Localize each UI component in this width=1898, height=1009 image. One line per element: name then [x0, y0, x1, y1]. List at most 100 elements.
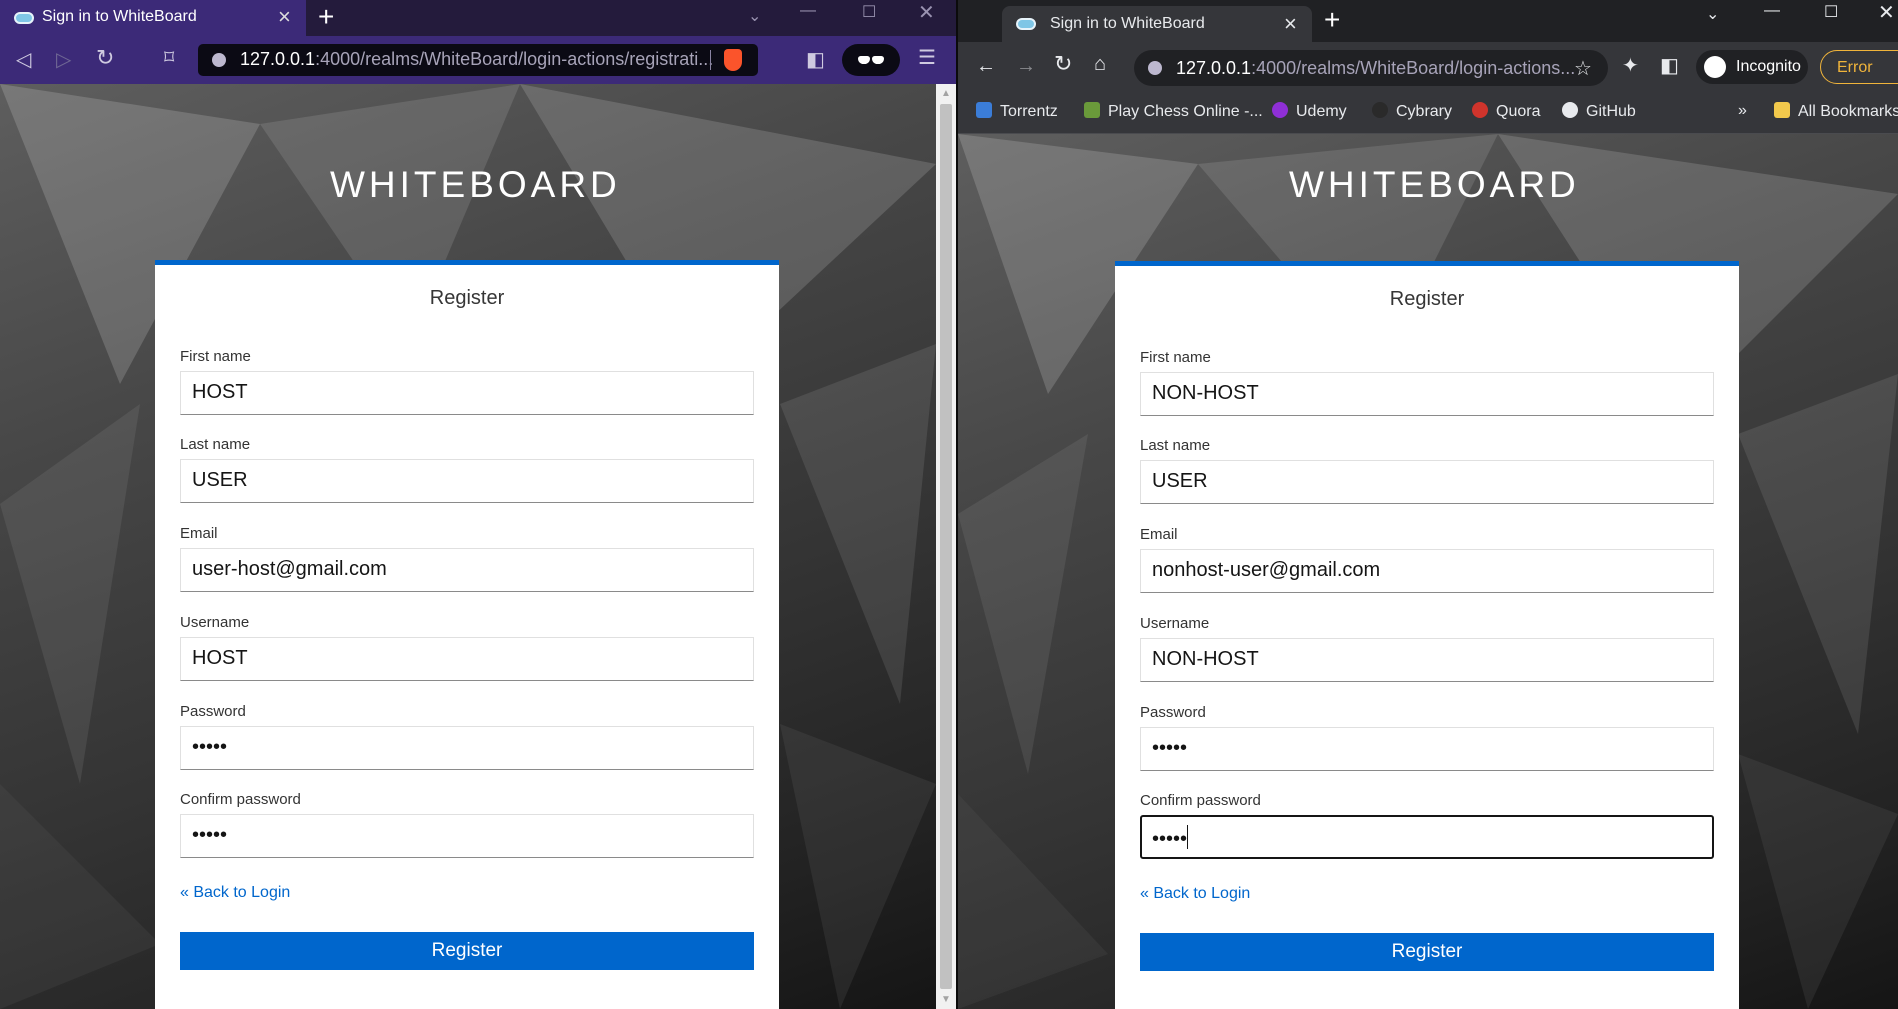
- home-icon[interactable]: ⌂: [1094, 54, 1106, 74]
- bookmark-icon[interactable]: ⌑: [164, 48, 174, 68]
- chrome-incognito-window: Sign in to WhiteBoard × + ⌄ — ☐ ✕ ← → ↻ …: [958, 0, 1898, 1009]
- username-label: Username: [1140, 615, 1210, 632]
- register-button[interactable]: Register: [180, 932, 754, 970]
- username-label: Username: [180, 614, 250, 631]
- confirm-password-input[interactable]: •••••: [180, 814, 754, 858]
- last-name-input[interactable]: USER: [180, 459, 754, 503]
- torrentz-icon: [976, 102, 992, 118]
- close-window-icon[interactable]: ✕: [1878, 0, 1895, 25]
- tab-search-icon[interactable]: ⌄: [1706, 4, 1719, 24]
- tab-sign-in[interactable]: Sign in to WhiteBoard ×: [1002, 6, 1312, 42]
- register-button[interactable]: Register: [1140, 933, 1714, 971]
- register-card: Register First name HOST Last name USER …: [155, 260, 779, 1009]
- keycloak-favicon-icon: [14, 12, 34, 24]
- reload-icon[interactable]: ↻: [96, 47, 114, 69]
- incognito-badge[interactable]: Incognito: [1696, 50, 1808, 84]
- scroll-up-icon[interactable]: ▲: [941, 88, 951, 99]
- email-label: Email: [180, 525, 218, 542]
- password-input[interactable]: •••••: [180, 726, 754, 770]
- scrollbar-thumb[interactable]: [940, 104, 952, 989]
- first-name-label: First name: [180, 348, 251, 365]
- close-tab-icon[interactable]: ×: [1284, 13, 1297, 35]
- back-to-login-link[interactable]: « Back to Login: [1140, 885, 1250, 903]
- close-window-icon[interactable]: ✕: [918, 0, 935, 25]
- udemy-icon: [1272, 102, 1288, 118]
- last-name-label: Last name: [1140, 437, 1211, 454]
- last-name-input[interactable]: USER: [1140, 460, 1714, 504]
- email-input[interactable]: nonhost-user@gmail.com: [1140, 549, 1714, 593]
- card-title: Register: [429, 287, 505, 309]
- toolbar: ← → ↻ ⌂ 127.0.0.1:4000/realms/WhiteBoard…: [958, 42, 1898, 92]
- bookmark-udemy[interactable]: Udemy: [1272, 102, 1347, 121]
- password-label: Password: [180, 703, 246, 720]
- maximize-icon[interactable]: ☐: [1824, 2, 1838, 22]
- back-to-login-link[interactable]: « Back to Login: [180, 884, 290, 902]
- new-tab-icon[interactable]: +: [318, 3, 334, 31]
- brave-shields-icon[interactable]: [724, 49, 742, 71]
- site-info-icon[interactable]: [212, 53, 226, 67]
- bookmark-quora[interactable]: Quora: [1472, 102, 1540, 121]
- back-icon[interactable]: ←: [976, 56, 996, 76]
- confirm-password-label: Confirm password: [180, 791, 301, 808]
- confirm-password-label: Confirm password: [1140, 792, 1261, 809]
- first-name-input[interactable]: NON-HOST: [1140, 372, 1714, 416]
- tab-search-icon[interactable]: ⌄: [748, 6, 761, 26]
- password-label: Password: [1140, 704, 1206, 721]
- chess-icon: [1084, 102, 1100, 118]
- sidebar-icon[interactable]: ◧: [806, 50, 825, 70]
- address-bar[interactable]: 127.0.0.1:4000/realms/WhiteBoard/login-a…: [198, 44, 758, 76]
- confirm-password-input[interactable]: •••••: [1140, 815, 1714, 859]
- close-tab-icon[interactable]: ×: [278, 6, 291, 28]
- minimize-icon[interactable]: —: [800, 2, 816, 20]
- tab-title: Sign in to WhiteBoard: [1050, 15, 1205, 32]
- divider: [710, 50, 711, 70]
- cybrary-icon: [1372, 102, 1388, 118]
- quora-icon: [1472, 102, 1488, 118]
- error-button[interactable]: Error: [1820, 50, 1898, 84]
- side-panel-icon[interactable]: ◧: [1660, 56, 1679, 76]
- bookmark-github[interactable]: GitHub: [1562, 102, 1636, 121]
- tab-strip: Sign in to WhiteBoard × + ⌄ — ☐ ✕: [958, 0, 1898, 42]
- bookmarks-bar: Torrentz Play Chess Online -... Udemy Cy…: [958, 92, 1898, 134]
- keycloak-favicon-icon: [1016, 18, 1036, 30]
- minimize-icon[interactable]: —: [1764, 2, 1780, 20]
- bookmark-star-icon[interactable]: ☆: [1574, 56, 1592, 81]
- username-input[interactable]: NON-HOST: [1140, 638, 1714, 682]
- brand-title: WHITEBOARD: [1289, 164, 1580, 205]
- email-label: Email: [1140, 526, 1178, 543]
- card-title: Register: [1389, 288, 1465, 310]
- private-window-icon[interactable]: [842, 44, 900, 76]
- maximize-icon[interactable]: ☐: [862, 2, 876, 22]
- username-input[interactable]: HOST: [180, 637, 754, 681]
- address-bar[interactable]: 127.0.0.1:4000/realms/WhiteBoard/login-a…: [1134, 50, 1608, 86]
- url-text[interactable]: 127.0.0.1:4000/realms/WhiteBoard/login-a…: [240, 49, 713, 70]
- site-info-icon[interactable]: [1148, 61, 1162, 75]
- forward-icon[interactable]: →: [1016, 56, 1036, 76]
- brand-title: WHITEBOARD: [330, 164, 621, 205]
- bookmark-chess[interactable]: Play Chess Online -...: [1084, 102, 1263, 121]
- register-card: Register First name NON-HOST Last name U…: [1115, 261, 1739, 1009]
- tab-strip: Sign in to WhiteBoard × + ⌄ — ☐ ✕: [0, 0, 956, 36]
- tab-sign-in[interactable]: Sign in to WhiteBoard ×: [0, 0, 306, 36]
- all-bookmarks[interactable]: All Bookmarks: [1774, 102, 1898, 121]
- scrollbar[interactable]: ▲ ▼: [936, 84, 956, 1009]
- email-input[interactable]: user-host@gmail.com: [180, 548, 754, 592]
- forward-icon[interactable]: ▷: [56, 50, 71, 70]
- back-icon[interactable]: ◁: [16, 50, 31, 70]
- login-page: WHITEBOARD Register First name HOST Last…: [0, 84, 936, 1009]
- text-caret: [1187, 825, 1189, 849]
- first-name-input[interactable]: HOST: [180, 371, 754, 415]
- reload-icon[interactable]: ↻: [1054, 53, 1072, 75]
- extensions-icon[interactable]: ✦: [1622, 56, 1639, 76]
- new-tab-icon[interactable]: +: [1324, 6, 1340, 34]
- password-input[interactable]: •••••: [1140, 727, 1714, 771]
- bookmarks-overflow-icon[interactable]: »: [1738, 102, 1747, 120]
- tab-title: Sign in to WhiteBoard: [42, 8, 197, 25]
- login-page: WHITEBOARD Register First name NON-HOST …: [958, 134, 1898, 1009]
- folder-icon: [1774, 102, 1790, 118]
- bookmark-cybrary[interactable]: Cybrary: [1372, 102, 1452, 121]
- menu-icon[interactable]: ☰: [918, 48, 936, 68]
- bookmark-torrentz[interactable]: Torrentz: [976, 102, 1058, 121]
- scroll-down-icon[interactable]: ▼: [941, 994, 951, 1005]
- url-text[interactable]: 127.0.0.1:4000/realms/WhiteBoard/login-a…: [1176, 58, 1575, 79]
